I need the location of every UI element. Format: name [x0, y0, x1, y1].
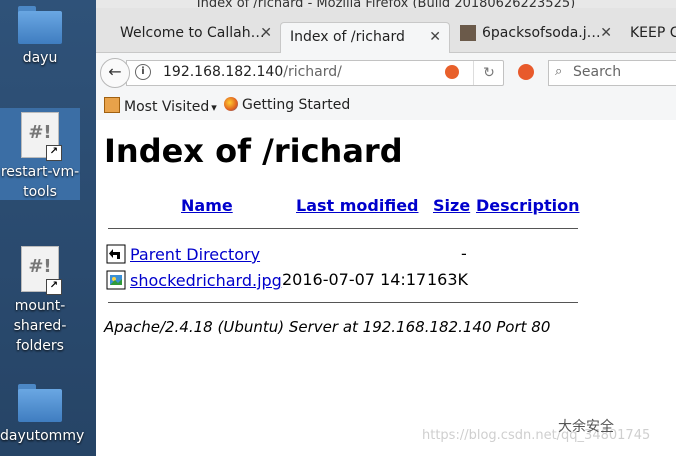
desktop-icon-label: dayu [22, 50, 58, 66]
chevron-down-icon: ▾ [211, 101, 217, 114]
file-size: 163K [427, 270, 469, 289]
desktop-icon-mount-shared-folders[interactable]: #! ↗ mount- shared- folders [0, 246, 80, 356]
firefox-icon [224, 97, 238, 111]
tab-label: Welcome to Callah… [120, 25, 265, 41]
desktop-icon-dayutommy[interactable]: dayutommy [0, 384, 85, 446]
desktop: dayu #! ↗ restart-vm- tools #! ↗ mount- sh… [0, 0, 96, 456]
bookmark-getting-started[interactable]: Getting Started [224, 97, 350, 113]
file-link-shockedrichard[interactable]: shockedrichard.jpg [130, 271, 282, 290]
tab-welcome[interactable]: Welcome to Callah… ✕ [110, 18, 280, 52]
close-icon[interactable]: ✕ [260, 18, 272, 48]
close-icon[interactable]: ✕ [600, 18, 612, 48]
watermark-text: https://blog.csdn.net/qq_34801745 [422, 428, 651, 443]
tab-label: Index of /richard [290, 29, 405, 45]
bookmark-label: Getting Started [242, 97, 351, 113]
divider [108, 228, 578, 229]
desktop-icon-label: tools [23, 184, 57, 200]
tab-label: KEEP C [630, 25, 676, 41]
tab-keep[interactable]: KEEP C [622, 18, 676, 52]
search-placeholder: Search [573, 64, 622, 80]
back-icon [106, 244, 126, 264]
browser-window: Index of /richard - Mozilla Firefox (Bui… [96, 0, 676, 456]
url-bar[interactable]: i 192.168.182.140/richard/ ↻ [126, 60, 504, 86]
desktop-icon-label: shared- [13, 318, 67, 334]
parent-directory-link[interactable]: Parent Directory [130, 245, 260, 264]
folder-icon [18, 384, 62, 422]
ublock-icon[interactable] [445, 65, 459, 79]
column-header-size[interactable]: Size [433, 196, 470, 215]
script-file-icon: #! ↗ [21, 246, 62, 295]
folder-icon [18, 6, 62, 44]
table-row: shockedrichard.jpg 2016-07-07 14:17 163K [106, 270, 468, 290]
info-icon[interactable]: i [135, 64, 151, 80]
tab-index-richard[interactable]: Index of /richard ✕ [280, 22, 450, 54]
desktop-icon-label: folders [16, 338, 64, 354]
reload-icon[interactable]: ↻ [473, 61, 504, 85]
url-text[interactable]: 192.168.182.140/richard/ [163, 64, 342, 80]
close-icon[interactable]: ✕ [429, 23, 441, 51]
divider [108, 302, 578, 303]
tab-label: 6packsofsoda.j… [482, 25, 601, 41]
search-icon: ⌕ [555, 64, 563, 79]
file-size: - [461, 244, 467, 263]
noscript-icon[interactable] [518, 64, 534, 80]
tab-strip: Welcome to Callah… ✕ Index of /richard ✕… [96, 8, 676, 54]
column-header-description[interactable]: Description [476, 196, 579, 215]
last-modified: 2016-07-07 14:17 [282, 270, 427, 289]
page-title: Index of /richard [104, 132, 403, 170]
column-header-name[interactable]: Name [181, 196, 233, 215]
folder-icon [104, 97, 120, 113]
bookmark-most-visited[interactable]: Most Visited ▾ [104, 97, 217, 115]
image-thumbnail-icon [460, 25, 476, 41]
bookmarks-toolbar: Most Visited ▾ Getting Started [96, 91, 676, 122]
tab-6packsofsoda[interactable]: 6packsofsoda.j… ✕ [452, 18, 620, 52]
bookmark-label: Most Visited [124, 99, 210, 115]
search-input[interactable]: ⌕ Search [548, 60, 676, 86]
server-signature: Apache/2.4.18 (Ubuntu) Server at 192.168… [104, 318, 551, 336]
desktop-icon-restart-vm-tools[interactable]: #! ↗ restart-vm- tools [0, 108, 80, 200]
watermark-logo: 大余安全 [558, 419, 614, 435]
back-arrow-icon: ← [108, 62, 122, 81]
image-file-icon [106, 270, 126, 290]
table-row: Parent Directory - [106, 244, 467, 264]
desktop-icon-dayu[interactable]: dayu [0, 6, 80, 68]
back-button[interactable]: ← [100, 58, 130, 88]
column-header-last-modified[interactable]: Last modified [296, 196, 419, 215]
desktop-icon-label: restart-vm- [0, 164, 80, 180]
desktop-icon-label: mount- [14, 298, 66, 314]
script-file-icon: #! ↗ [21, 112, 62, 161]
window-title: Index of /richard - Mozilla Firefox (Bui… [96, 0, 676, 8]
page-content: Index of /richard Name Last modified Siz… [96, 120, 676, 456]
navigation-bar: i 192.168.182.140/richard/ ↻ ← ⌕ Search [96, 53, 676, 91]
desktop-icon-label: dayutommy [0, 428, 85, 444]
